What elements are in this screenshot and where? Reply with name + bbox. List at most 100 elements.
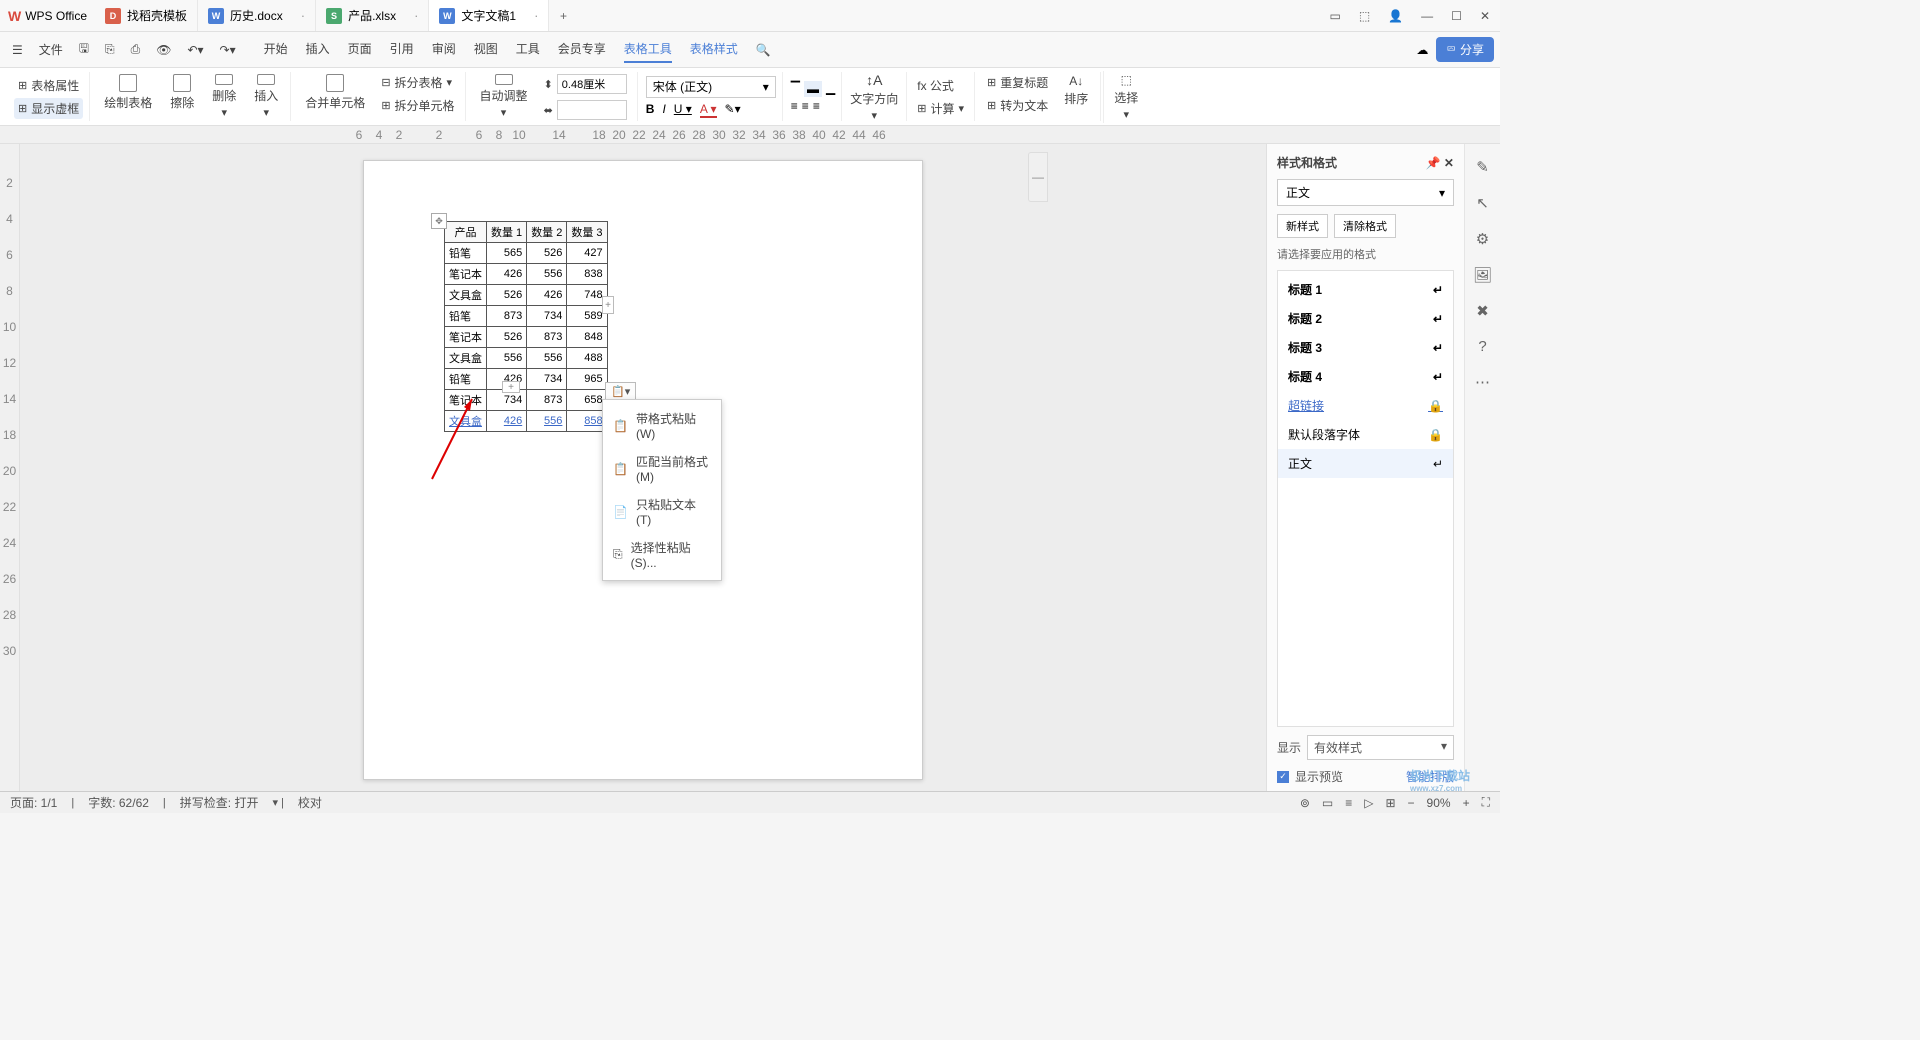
maximize-icon[interactable]: ☐ (1451, 9, 1462, 23)
cloud-icon[interactable]: ☁ (1416, 43, 1428, 57)
align-center[interactable]: ≡ (802, 99, 809, 113)
height-input[interactable] (557, 74, 627, 94)
context-item[interactable]: ⎘选择性粘贴(S)... (603, 533, 721, 576)
preview-icon[interactable]: 👁 (150, 39, 177, 61)
tab-ref[interactable]: 引用 (390, 36, 414, 63)
fit-icon[interactable]: ⛶ (1482, 795, 1490, 810)
tab-member[interactable]: 会员专享 (558, 36, 606, 63)
table-properties[interactable]: ⊞ 表格属性 (14, 75, 83, 96)
zoom-level[interactable]: 90% (1427, 796, 1451, 810)
highlight-button[interactable]: ✎▾ (725, 102, 741, 118)
split-cells[interactable]: ⊞ 拆分单元格 (377, 95, 458, 116)
context-item[interactable]: 📋带格式粘贴(W) (603, 404, 721, 447)
tab-start[interactable]: 开始 (264, 36, 288, 63)
underline-button[interactable]: U ▾ (674, 102, 692, 118)
context-item[interactable]: 📋匹配当前格式(M) (603, 447, 721, 490)
zoom-in[interactable]: + (1463, 796, 1470, 810)
split-table[interactable]: ⊟ 拆分表格▾ (377, 72, 458, 93)
close-icon[interactable]: · (301, 8, 305, 23)
row-height[interactable]: ⬍ (540, 72, 631, 96)
align-mid[interactable]: ▬ (804, 81, 822, 97)
share-button[interactable]: ⮹ 分享 (1436, 37, 1494, 62)
tab-view[interactable]: 视图 (474, 36, 498, 63)
print-icon[interactable]: ⎙ (125, 38, 147, 61)
merge-cells[interactable]: 合并单元格 (299, 72, 371, 121)
col-width[interactable]: ⬌ (540, 98, 631, 122)
tab-tabletools[interactable]: 表格工具 (624, 36, 672, 63)
style-item[interactable]: 正文↵ (1278, 449, 1453, 478)
tab-templates[interactable]: D 找稻壳模板 (95, 0, 198, 31)
file-menu[interactable]: 文件 (33, 37, 69, 62)
context-item[interactable]: 📄只粘贴文本(T) (603, 490, 721, 533)
pointer-icon[interactable]: ↖ (1476, 194, 1489, 212)
undo-icon[interactable]: ↶▾ (181, 39, 209, 61)
tab-tablestyle[interactable]: 表格样式 (690, 36, 738, 63)
delete[interactable]: 删除▾ (206, 72, 242, 121)
view-web-icon[interactable]: ▭ (1322, 796, 1333, 810)
italic-button[interactable]: I (662, 102, 665, 118)
preview-checkbox[interactable]: ✓ (1277, 771, 1289, 783)
minimize-icon[interactable]: — (1421, 9, 1433, 23)
align-right[interactable]: ≡ (813, 99, 820, 113)
page-status[interactable]: 页面: 1/1 (10, 794, 57, 811)
collapse-panel-button[interactable]: — (1028, 152, 1048, 202)
redo-icon[interactable]: ↷▾ (214, 39, 242, 61)
add-row-button[interactable]: + (502, 381, 520, 393)
app-logo[interactable]: W WPS Office (0, 0, 95, 31)
menu-icon[interactable]: ☰ (6, 39, 29, 61)
image-icon[interactable]: 🖼 (1473, 266, 1492, 284)
insert[interactable]: 插入▾ (248, 72, 284, 121)
add-tab-button[interactable]: + (549, 0, 577, 31)
repeat-header[interactable]: ⊞ 重复标题 (983, 72, 1052, 93)
save-icon[interactable]: 🖫 (73, 35, 95, 64)
table-move-handle[interactable]: ✥ (431, 213, 447, 229)
convert-text[interactable]: ⊞ 转为文本 (983, 95, 1052, 116)
tab-page[interactable]: 页面 (348, 36, 372, 63)
auto-fit[interactable]: 自动调整▾ (474, 72, 534, 121)
window-icon[interactable]: ▭ (1330, 9, 1341, 23)
zoom-out[interactable]: − (1408, 796, 1415, 810)
tab-product[interactable]: S 产品.xlsx · (316, 0, 429, 31)
help-icon[interactable]: ? (1478, 338, 1486, 355)
close-window-icon[interactable]: ✕ (1480, 9, 1490, 23)
filter-select[interactable]: 有效样式▾ (1307, 735, 1454, 760)
spell-status[interactable]: 拼写检查: 打开 (180, 794, 259, 811)
close-icon[interactable]: · (534, 8, 538, 23)
view-print-icon[interactable]: ⊞ (1385, 796, 1395, 810)
review-status[interactable]: 校对 (298, 794, 322, 811)
document-page[interactable]: ✥ 产品数量 1数量 2数量 3铅笔565526427笔记本426556838文… (363, 160, 923, 780)
style-item[interactable]: 默认段落字体🔒 (1278, 420, 1453, 449)
tab-insert[interactable]: 插入 (306, 36, 330, 63)
font-color-button[interactable]: A ▾ (700, 102, 717, 118)
more-icon[interactable]: ⋯ (1475, 373, 1490, 391)
tab-review[interactable]: 审阅 (432, 36, 456, 63)
align-top[interactable]: ▔ (791, 81, 800, 97)
style-item[interactable]: 超链接🔒 (1278, 391, 1453, 420)
show-gridlines[interactable]: ⊞ 显示虚框 (14, 98, 83, 119)
calculate[interactable]: ⊞ 计算▾ (913, 98, 968, 119)
bold-button[interactable]: B (646, 102, 655, 118)
settings-icon[interactable]: ⚙ (1476, 230, 1489, 248)
sort[interactable]: A↓排序 (1058, 72, 1094, 121)
select[interactable]: ⬚选择▾ (1103, 71, 1144, 123)
text-direction[interactable]: ↕A文字方向▾ (844, 70, 904, 124)
align-bot[interactable]: ▁ (826, 81, 835, 97)
data-table[interactable]: 产品数量 1数量 2数量 3铅笔565526427笔记本426556838文具盒… (444, 221, 608, 432)
view-read-icon[interactable]: ▷ (1364, 796, 1373, 810)
clear-format-button[interactable]: 清除格式 (1334, 214, 1396, 238)
formula[interactable]: fx 公式 (913, 75, 968, 96)
style-item[interactable]: 标题 1↵ (1278, 275, 1453, 304)
word-count[interactable]: 字数: 62/62 (88, 794, 149, 811)
view-outline-icon[interactable]: ≡ (1345, 796, 1352, 810)
new-style-button[interactable]: 新样式 (1277, 214, 1328, 238)
style-item[interactable]: 标题 4↵ (1278, 362, 1453, 391)
tab-document1[interactable]: W 文字文稿1 · (429, 0, 549, 31)
search-icon[interactable]: 🔍 (750, 39, 777, 61)
avatar-icon[interactable]: 👤 (1388, 9, 1403, 23)
draw-table[interactable]: 绘制表格 (98, 72, 158, 121)
align-left[interactable]: ≡ (791, 99, 798, 113)
current-style-select[interactable]: 正文▾ (1277, 179, 1454, 206)
style-item[interactable]: 标题 2↵ (1278, 304, 1453, 333)
close-icon[interactable]: · (414, 8, 418, 23)
pencil-icon[interactable]: ✎ (1476, 158, 1489, 176)
